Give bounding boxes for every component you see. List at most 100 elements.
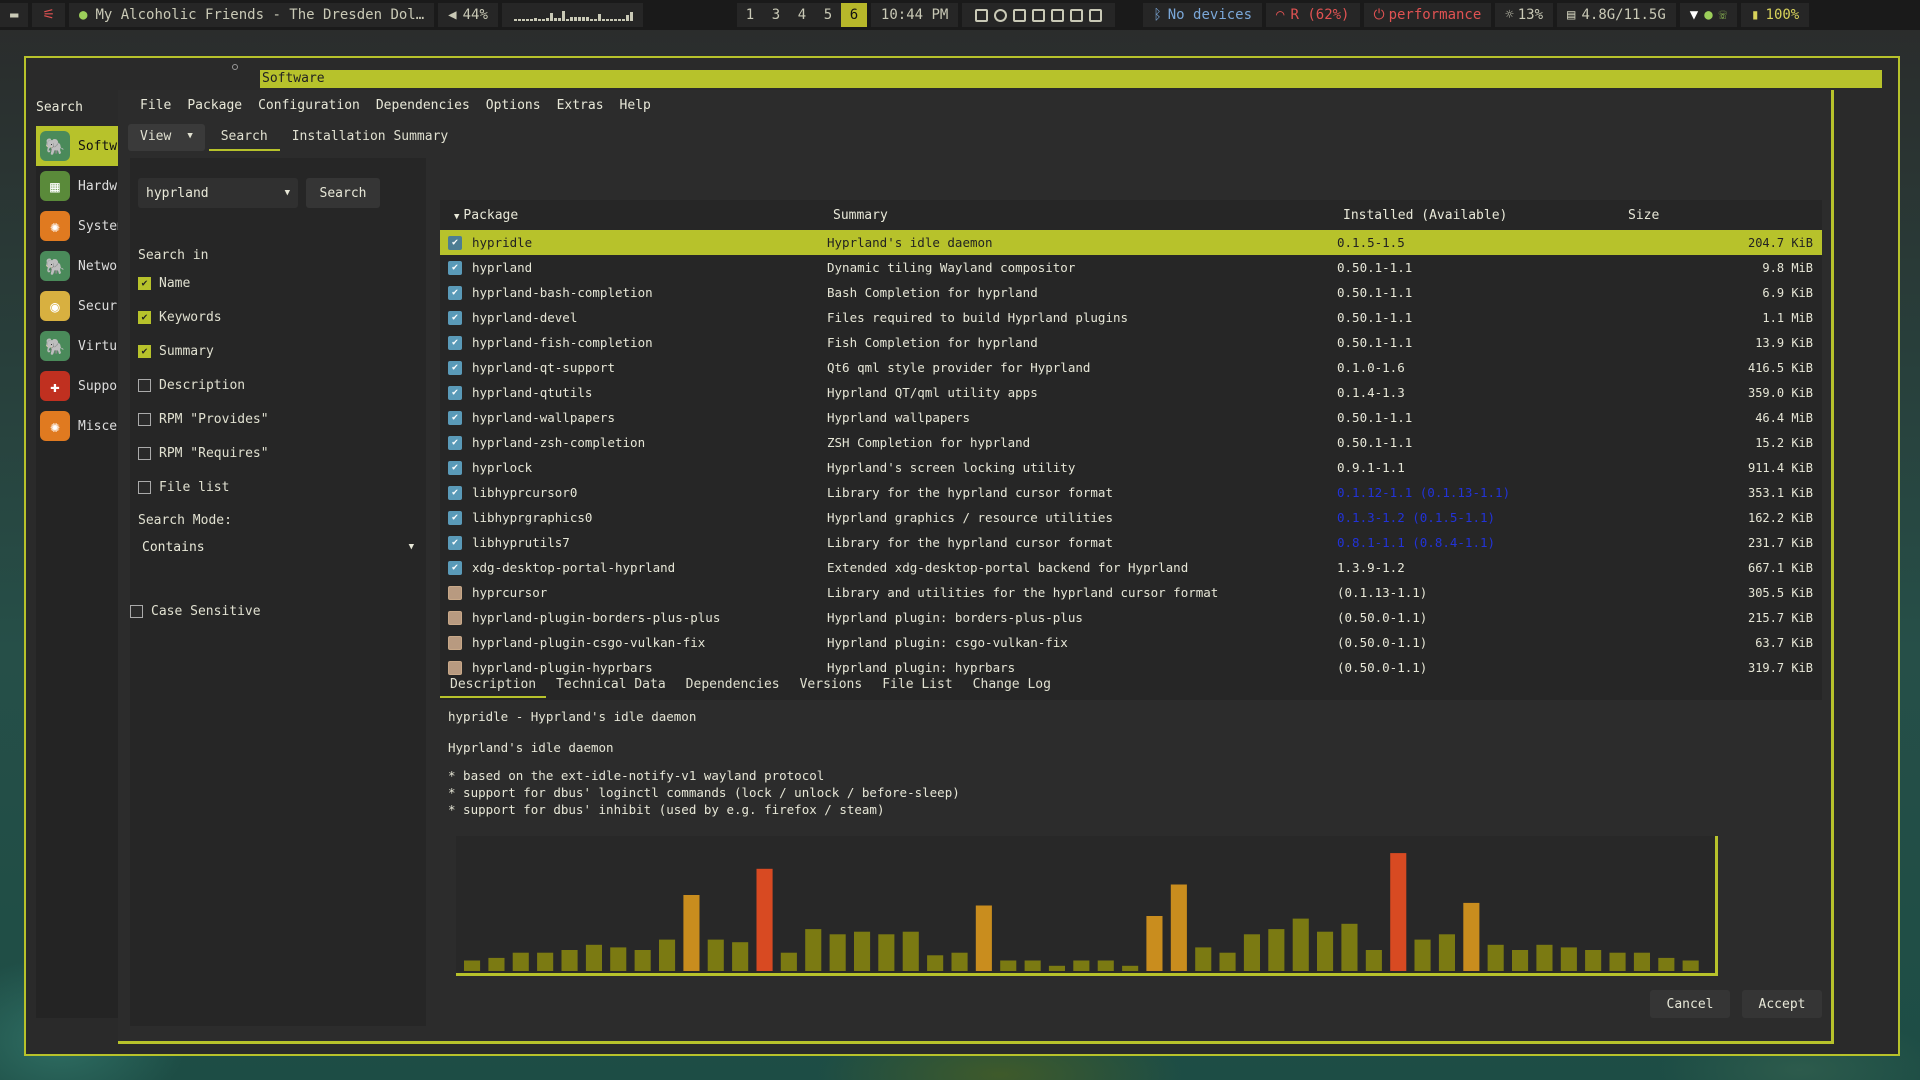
row-checkbox-cell[interactable]: ✔ [440,310,470,325]
menu-extras[interactable]: Extras [549,98,612,113]
table-row[interactable]: ✔ libhyprgraphics0 Hyprland graphics / res… [440,505,1822,530]
wifi-module[interactable]: ◠ R (62%) [1266,3,1360,27]
row-checkbox-cell[interactable]: ✔ [440,360,470,375]
search-option-checkbox[interactable]: RPM "Requires" [138,446,269,461]
table-row[interactable]: ✔ hyprland-qtutils Hyprland QT/qml utility… [440,380,1822,405]
volume-module[interactable]: ◀ 44% [438,3,498,27]
memory-module[interactable]: ▤ 4.8G/11.5G [1557,3,1676,27]
detail-tab-versions[interactable]: Versions [790,673,873,698]
table-row[interactable]: ✔ xdg-desktop-portal-hyprland Extended xdg… [440,555,1822,580]
table-row[interactable]: hyprland-plugin-borders-plus-plus Hyprlan… [440,605,1822,630]
installed-check-icon[interactable]: ✔ [448,360,462,375]
table-row[interactable]: hyprland-plugin-csgo-vulkan-fix Hyprland … [440,630,1822,655]
tray-grid-icon[interactable] [1051,8,1065,22]
detail-tab-dependencies[interactable]: Dependencies [676,673,790,698]
view-menu-button[interactable]: View ▼ [128,123,205,151]
row-checkbox-cell[interactable]: ✔ [440,535,470,550]
case-sensitive-checkbox[interactable]: Case Sensitive [130,604,261,619]
detail-tab-change-log[interactable]: Change Log [963,673,1061,698]
row-checkbox-cell[interactable]: ✔ [440,560,470,575]
detail-tab-description[interactable]: Description [440,673,547,698]
installed-check-icon[interactable]: ✔ [448,485,462,500]
table-row[interactable]: hyprcursor Library and utilities for the … [440,580,1822,605]
menu-help[interactable]: Help [612,98,659,113]
media-module[interactable]: ● My Alcoholic Friends - The Dresden Dol… [69,3,435,27]
row-checkbox-cell[interactable]: ✔ [440,460,470,475]
table-row[interactable]: ✔ hyprland-devel Files required to build H… [440,305,1822,330]
tray-refresh-icon[interactable] [994,8,1008,22]
cpu-module[interactable]: ☼ 13% [1495,3,1554,27]
search-option-checkbox[interactable]: ✔ Summary [138,344,214,359]
workspace-5[interactable]: 5 [815,3,841,27]
search-option-checkbox[interactable]: ✔ Keywords [138,310,222,325]
installed-check-icon[interactable]: ✔ [448,260,462,275]
tray-terminal-icon[interactable] [1013,8,1027,22]
not-installed-box[interactable] [448,585,462,600]
row-checkbox-cell[interactable]: ✔ [440,235,470,250]
table-row[interactable]: ✔ hyprland-wallpapers Hyprland wallpapers 0… [440,405,1822,430]
table-row[interactable]: ✔ hyprland-fish-completion Fish Completion… [440,330,1822,355]
status-icons[interactable]: ▼ ● ☏ [1679,3,1738,27]
row-checkbox-cell[interactable]: ✔ [440,335,470,350]
table-row[interactable]: ✔ hyprlock Hyprland's screen locking utili… [440,455,1822,480]
search-input[interactable]: hyprland ▼ [138,178,298,208]
table-row[interactable]: ✔ hyprland-qt-support Qt6 qml style provid… [440,355,1822,380]
header-installed[interactable]: Installed (Available) [1337,208,1622,223]
search-option-checkbox[interactable]: Description [138,378,245,393]
not-installed-box[interactable] [448,635,462,650]
table-row[interactable]: ✔ libhyprutils7 Library for the hyprland c… [440,530,1822,555]
workspace-3[interactable]: 3 [763,3,789,27]
installed-check-icon[interactable]: ✔ [448,310,462,325]
installed-check-icon[interactable]: ✔ [448,510,462,525]
tray-cat2-icon[interactable] [1089,8,1103,22]
installed-check-icon[interactable]: ✔ [448,235,462,250]
tab-installation-summary[interactable]: Installation Summary [280,124,461,151]
installed-check-icon[interactable]: ✔ [448,560,462,575]
row-checkbox-cell[interactable]: ✔ [440,485,470,500]
not-installed-box[interactable] [448,610,462,625]
cancel-button[interactable]: Cancel [1650,990,1730,1018]
row-checkbox-cell[interactable]: ✔ [440,410,470,425]
installed-check-icon[interactable]: ✔ [448,535,462,550]
table-row[interactable]: ✔ hyprland-bash-completion Bash Completion… [440,280,1822,305]
bluetooth-module[interactable]: ᛒ No devices [1143,3,1263,27]
launcher-icon[interactable]: ▬ [0,3,29,27]
tab-search[interactable]: Search [208,124,280,151]
row-checkbox-cell[interactable]: ✔ [440,510,470,525]
menu-file[interactable]: File [132,98,179,113]
workspace-4[interactable]: 4 [789,3,815,27]
header-size[interactable]: Size [1622,208,1802,223]
menu-package[interactable]: Package [179,98,250,113]
tray-cat-icon[interactable] [1070,8,1084,22]
table-row[interactable]: ✔ hypridle Hyprland's idle daemon 0.1.5-1.5… [440,230,1822,255]
row-checkbox-cell[interactable]: ✔ [440,385,470,400]
installed-check-icon[interactable]: ✔ [448,385,462,400]
detail-tab-file-list[interactable]: File List [872,673,962,698]
menu-dependencies[interactable]: Dependencies [368,98,478,113]
search-mode-select[interactable]: Contains ▼ [138,532,422,562]
row-checkbox-cell[interactable] [440,610,470,625]
workspace-1[interactable]: 1 [737,3,763,27]
table-row[interactable]: ✔ hyprland Dynamic tiling Wayland composit… [440,255,1822,280]
workspace-6[interactable]: 6 [840,3,867,27]
row-checkbox-cell[interactable] [440,635,470,650]
search-button[interactable]: Search [306,178,380,208]
clock[interactable]: 10:44 PM [870,3,959,27]
installed-check-icon[interactable]: ✔ [448,410,462,425]
tray-chameleon-icon[interactable] [1032,8,1046,22]
accept-button[interactable]: Accept [1742,990,1822,1018]
row-checkbox-cell[interactable] [440,585,470,600]
power-profile-module[interactable]: ⏻ performance [1363,3,1492,27]
installed-check-icon[interactable]: ✔ [448,435,462,450]
header-package[interactable]: ▼ Package [440,208,827,223]
table-row[interactable]: ✔ hyprland-zsh-completion ZSH Completion f… [440,430,1822,455]
search-option-checkbox[interactable]: ✔ Name [138,276,190,291]
row-checkbox-cell[interactable]: ✔ [440,285,470,300]
installed-check-icon[interactable]: ✔ [448,460,462,475]
header-summary[interactable]: Summary [827,208,1337,223]
row-checkbox-cell[interactable]: ✔ [440,435,470,450]
battery-module[interactable]: ▮ 100% [1741,3,1810,27]
menu-options[interactable]: Options [478,98,549,113]
installed-check-icon[interactable]: ✔ [448,285,462,300]
row-checkbox-cell[interactable]: ✔ [440,260,470,275]
